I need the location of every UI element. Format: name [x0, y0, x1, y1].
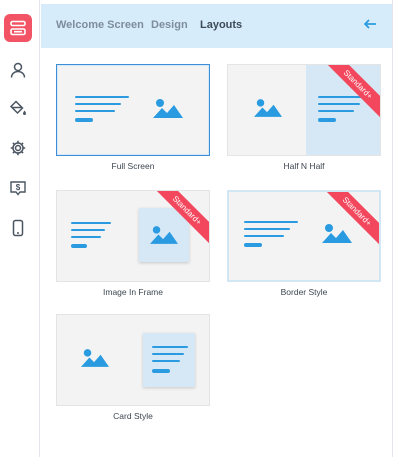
image-icon [254, 99, 282, 117]
layout-card-full-screen[interactable] [56, 64, 210, 156]
dollar-tag-icon[interactable]: $ [4, 174, 32, 202]
button-pill [75, 118, 93, 122]
text-line [244, 228, 290, 230]
layout-icon[interactable] [4, 14, 32, 42]
tab-bar: Welcome Screen Design Layouts [41, 4, 392, 48]
text-line [71, 236, 101, 238]
image-icon [81, 349, 109, 367]
layout-card-border-style[interactable]: Standard+ [227, 190, 381, 282]
text-line [152, 346, 188, 348]
text-line [152, 360, 180, 362]
text-line [244, 235, 284, 237]
layout-card-card-style[interactable] [56, 314, 210, 406]
text-line [318, 103, 360, 105]
user-icon[interactable] [4, 56, 32, 84]
icon-sidebar: $ [0, 0, 40, 457]
image-icon [322, 224, 352, 243]
text-line [244, 221, 298, 223]
layout-label: Border Style [280, 287, 328, 297]
layouts-panel: Welcome Screen Design Layouts Full Scree… [41, 0, 392, 457]
layout-label: Half N Half [283, 161, 325, 171]
image-icon [150, 226, 178, 244]
tab-design[interactable]: Design [151, 19, 188, 31]
layout-label: Full Screen [111, 161, 155, 171]
gear-icon[interactable] [4, 134, 32, 162]
button-pill [244, 243, 262, 247]
text-line [75, 103, 121, 105]
button-pill [318, 118, 336, 122]
layout-card-half-n-half[interactable]: Standard+ [227, 64, 381, 156]
text-line [152, 353, 184, 355]
button-pill [71, 244, 87, 248]
tab-layouts[interactable]: Layouts [200, 19, 242, 31]
text-line [75, 96, 129, 98]
svg-text:$: $ [16, 183, 21, 192]
back-arrow-icon[interactable] [362, 16, 378, 32]
tab-welcome-screen[interactable]: Welcome Screen [56, 19, 144, 31]
content-card [143, 333, 195, 387]
text-line [75, 110, 115, 112]
mobile-icon[interactable] [4, 214, 32, 242]
image-icon [153, 99, 183, 118]
layout-card-image-in-frame[interactable]: Standard+ [56, 190, 210, 282]
text-line [318, 96, 366, 98]
panel-edge [392, 0, 407, 457]
image-frame [139, 208, 189, 262]
button-pill [152, 369, 170, 373]
text-line [71, 229, 105, 231]
layout-settings-app: $ Welcome Screen Design Layouts Full Scr… [0, 0, 407, 457]
text-line [318, 110, 354, 112]
text-line [71, 222, 111, 224]
layout-label: Card Style [113, 411, 153, 421]
layout-label: Image In Frame [103, 287, 163, 297]
paint-bucket-icon[interactable] [4, 94, 32, 122]
